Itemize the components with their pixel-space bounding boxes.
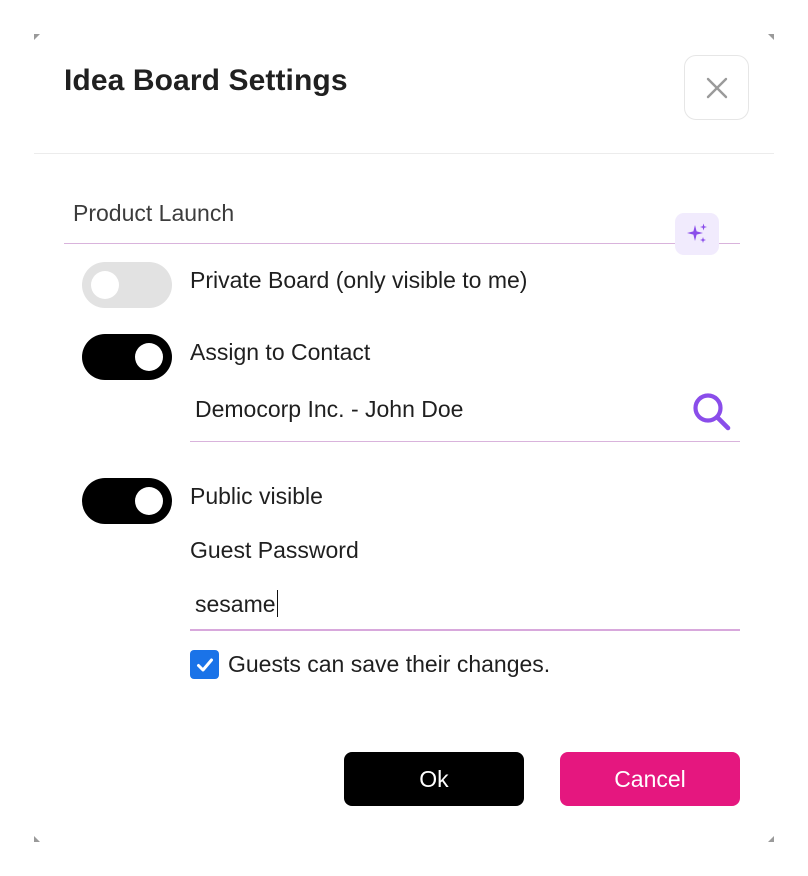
private-board-toggle[interactable] <box>82 262 172 308</box>
toggle-knob <box>135 487 163 515</box>
ok-button[interactable]: Ok <box>344 752 524 806</box>
public-visible-label: Public visible <box>190 483 323 509</box>
assign-contact-label: Assign to Contact <box>190 339 371 365</box>
guest-password-value: sesame <box>195 591 276 617</box>
header-divider <box>34 153 774 154</box>
search-icon <box>693 393 731 431</box>
private-board-label: Private Board (only visible to me) <box>190 267 528 293</box>
guest-password-label: Guest Password <box>190 537 359 563</box>
close-button[interactable] <box>684 55 749 120</box>
dialog-corner <box>34 836 40 842</box>
dialog-corner <box>768 836 774 842</box>
dialog-title: Idea Board Settings <box>64 64 348 97</box>
toggle-knob <box>91 271 119 299</box>
settings-dialog: Idea Board Settings Private Board (only … <box>34 34 774 842</box>
checkmark-icon <box>196 658 213 671</box>
contact-input[interactable] <box>195 396 675 423</box>
guests-save-checkbox[interactable] <box>190 650 219 679</box>
dialog-corner <box>768 34 774 40</box>
guests-save-label: Guests can save their changes. <box>228 651 551 677</box>
board-name-input[interactable] <box>73 200 633 227</box>
guest-password-field[interactable]: sesame <box>190 582 740 631</box>
text-caret <box>276 590 279 617</box>
dialog-corner <box>34 34 40 40</box>
board-name-field <box>64 196 740 244</box>
assign-contact-toggle[interactable] <box>82 334 172 380</box>
ai-suggest-button[interactable] <box>675 213 719 255</box>
guest-password-input[interactable]: sesame <box>195 590 279 618</box>
contact-field <box>190 384 740 442</box>
close-icon <box>706 77 727 98</box>
toggle-knob <box>135 343 163 371</box>
sparkles-icon <box>687 223 707 243</box>
contact-search-button[interactable] <box>690 390 734 434</box>
cancel-button[interactable]: Cancel <box>560 752 740 806</box>
public-visible-toggle[interactable] <box>82 478 172 524</box>
